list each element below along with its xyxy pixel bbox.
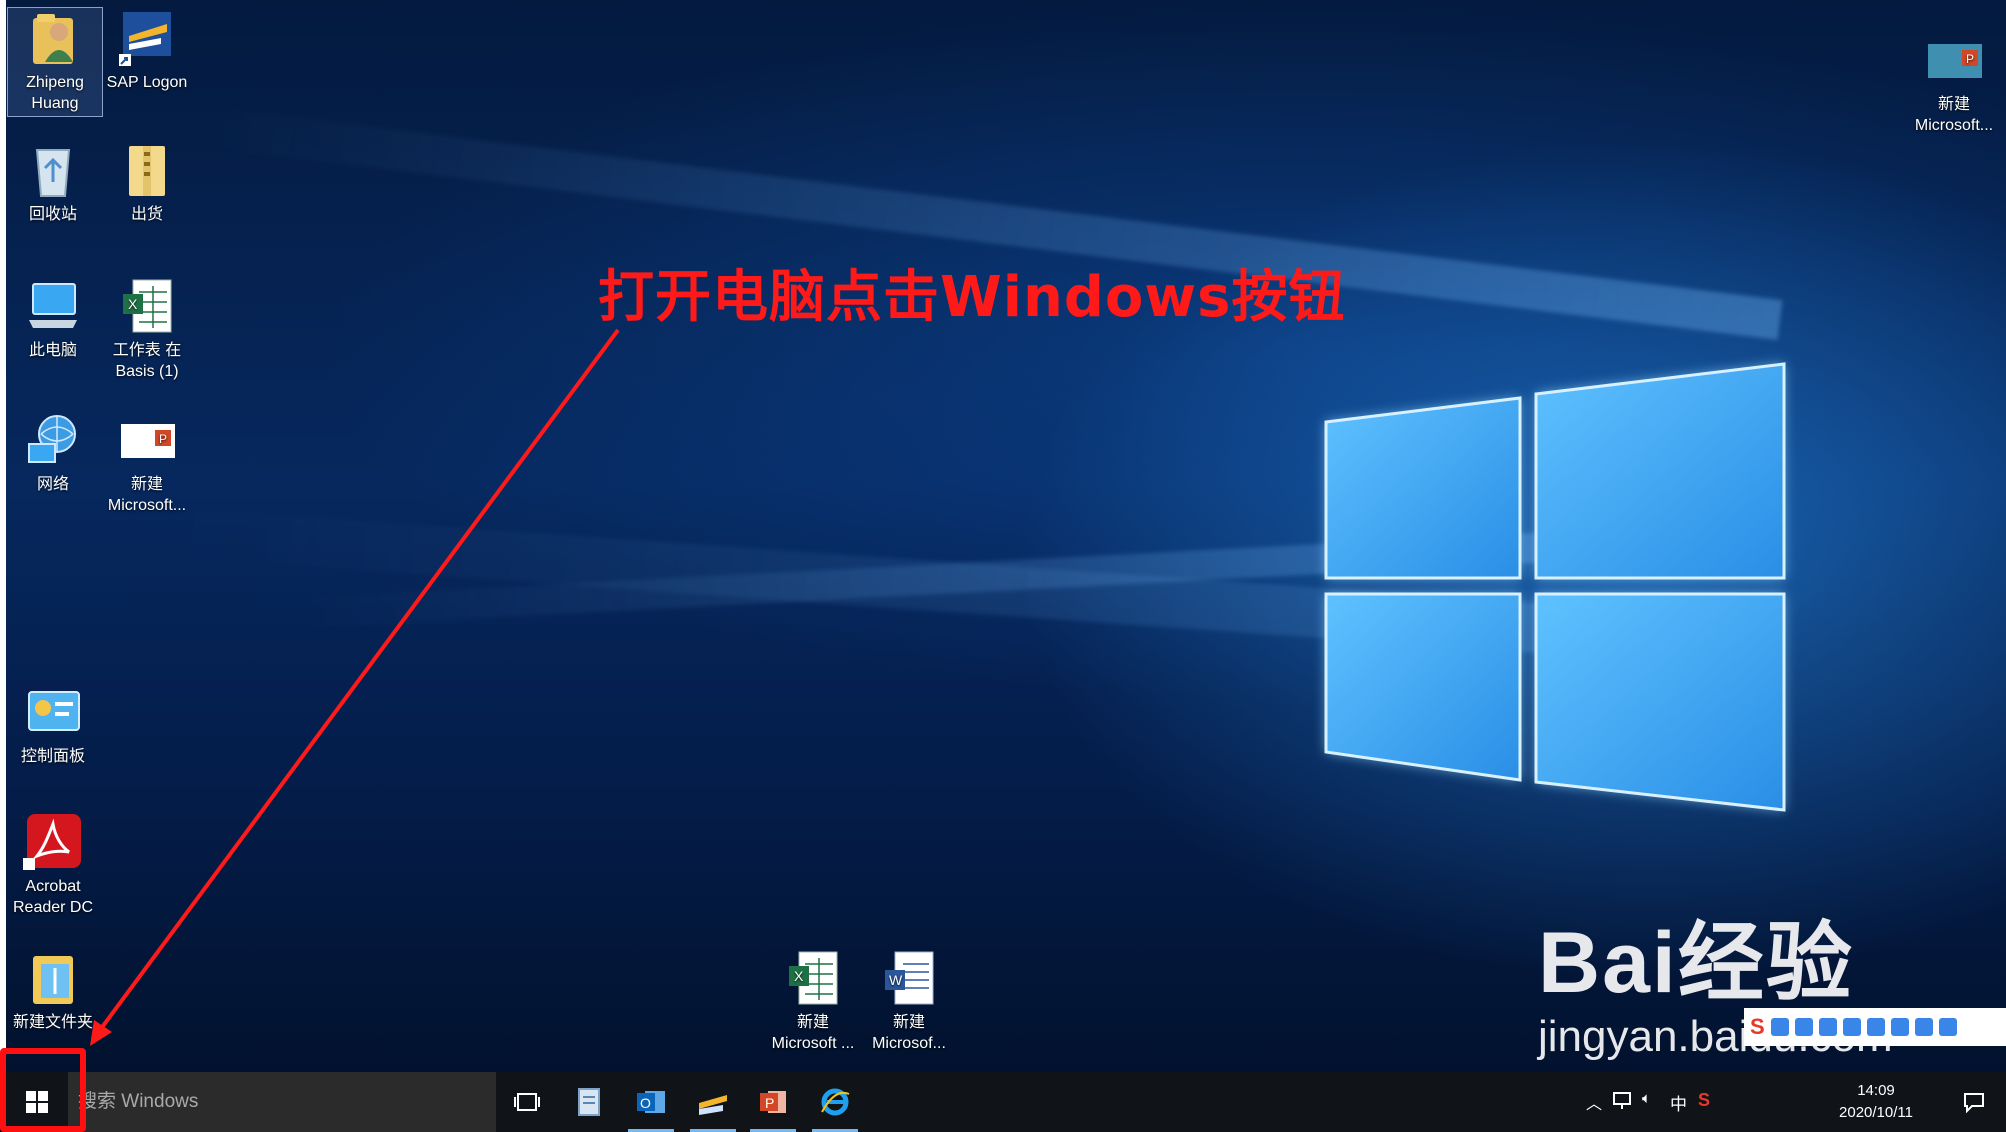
ime-punct-icon[interactable] [1794,1018,1813,1036]
ime-settings-icon[interactable] [1938,1018,1957,1036]
sogou-icon[interactable]: S [1750,1014,1765,1040]
ime-toolbar[interactable]: S [1744,1008,2006,1046]
ime-voice-icon[interactable] [1842,1018,1861,1036]
start-button-highlight [0,1048,86,1132]
ime-skin-icon[interactable] [1914,1018,1933,1036]
ime-keyboard-icon[interactable] [1866,1018,1885,1036]
ime-mode-icon[interactable] [1770,1018,1789,1036]
ime-emoji-icon[interactable] [1818,1018,1837,1036]
baidu-logo: Bai经验 [1538,915,1854,1011]
ime-user-icon[interactable] [1890,1018,1909,1036]
